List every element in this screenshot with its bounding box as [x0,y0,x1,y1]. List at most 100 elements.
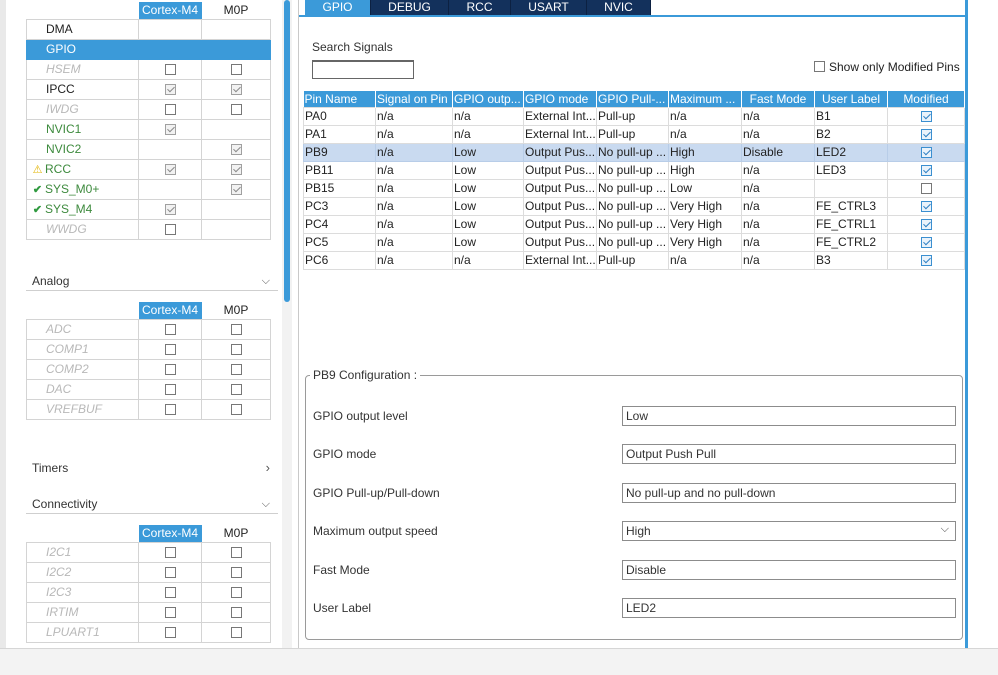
cortex-m4-cell[interactable] [138,398,202,420]
cell-signal[interactable]: n/a [375,142,453,162]
table-row[interactable]: PB15 n/a Low Output Pus... No pull-up ... Low… [303,178,965,198]
cell-fast[interactable]: n/a [741,106,815,126]
peripheral-name[interactable]: LPUART1 [26,621,139,643]
cell-modified[interactable] [887,106,965,126]
checkbox-icon[interactable] [920,183,932,195]
cell-modified[interactable] [887,178,965,198]
peripheral-row[interactable]: COMP1 [26,338,271,360]
cell-speed[interactable]: High [668,160,742,180]
peripheral-row[interactable]: IWDG [26,98,271,120]
tab-gpio[interactable]: GPIO [305,0,371,15]
m0p-cell[interactable] [201,198,271,220]
checkbox-icon[interactable] [230,384,242,396]
cell-pin[interactable]: PC4 [303,214,376,234]
cortex-m4-cell[interactable] [138,621,202,643]
m0p-cell[interactable] [201,338,271,360]
checkbox-icon[interactable] [230,547,242,559]
tab-nvic[interactable]: NVIC [587,0,651,15]
cell-speed[interactable]: High [668,142,742,162]
checkbox-icon[interactable] [164,344,176,356]
checked-checkbox-icon[interactable] [920,219,932,231]
cell-label[interactable]: LED2 [814,142,888,162]
checkbox-icon[interactable] [164,607,176,619]
cell-fast[interactable]: n/a [741,124,815,144]
peripheral-name[interactable]: NVIC2 [26,138,139,160]
cell-signal[interactable]: n/a [375,160,453,180]
cell-signal[interactable]: n/a [375,232,453,252]
cortex-m4-cell[interactable] [138,158,202,180]
checked-checkbox-icon[interactable] [920,201,932,213]
cell-pin[interactable]: PC5 [303,232,376,252]
cortex-m4-cell[interactable] [138,378,202,400]
peripheral-name[interactable]: IWDG [26,98,139,120]
peripheral-row[interactable]: VREFBUF [26,398,271,420]
m0p-cell[interactable] [201,398,271,420]
column-header[interactable]: Modified [887,91,965,107]
cortex-m4-cell[interactable] [138,338,202,360]
m0p-cell[interactable] [201,98,271,120]
cortex-m4-cell[interactable] [138,561,202,583]
cell-mode[interactable]: External Int... [523,250,597,270]
cortex-m4-cell[interactable] [138,198,202,220]
table-row[interactable]: PC3 n/a Low Output Pus... No pull-up ... Very… [303,196,965,216]
peripheral-row[interactable]: ⚠ RCC [26,158,271,180]
cell-pin[interactable]: PB9 [303,142,376,162]
cell-pull[interactable]: No pull-up ... [596,232,669,252]
column-header[interactable]: GPIO outp... [452,91,524,107]
config-field[interactable]: No pull-up and no pull-down [622,483,956,503]
table-row[interactable]: PC5 n/a Low Output Pus... No pull-up ... Very… [303,232,965,252]
show-modified-pins-checkbox[interactable]: Show only Modified Pins [814,60,960,74]
peripheral-name[interactable]: COMP1 [26,338,139,360]
cell-speed[interactable]: Low [668,178,742,198]
peripheral-row[interactable]: HSEM [26,58,271,80]
cortex-m4-cell[interactable] [138,218,202,240]
checked-checkbox-icon[interactable] [164,84,176,96]
cell-signal[interactable]: n/a [375,250,453,270]
cell-signal[interactable]: n/a [375,214,453,234]
m0p-cell[interactable] [201,178,271,200]
peripheral-row[interactable]: LPUART1 [26,621,271,643]
checked-checkbox-icon[interactable] [164,164,176,176]
cortex-m4-cell[interactable] [138,58,202,80]
cortex-m4-cell[interactable] [138,318,202,340]
m0p-cell[interactable] [201,318,271,340]
cell-signal[interactable]: n/a [375,196,453,216]
search-signals-input[interactable] [312,60,414,79]
column-header[interactable]: Pin Name [303,91,376,107]
peripheral-name[interactable]: I2C3 [26,581,139,603]
table-row[interactable]: PB9 n/a Low Output Pus... No pull-up ... High… [303,142,965,162]
cell-output[interactable]: Low [452,178,524,198]
cell-pull[interactable]: No pull-up ... [596,142,669,162]
m0p-cell[interactable] [201,581,271,603]
checked-checkbox-icon[interactable] [920,165,932,177]
column-header[interactable]: Maximum ... [668,91,742,107]
cortex-m4-cell[interactable] [138,358,202,380]
column-header[interactable]: GPIO Pull-... [596,91,669,107]
table-row[interactable]: PA1 n/a n/a External Int... Pull-up n/a n/a B2 [303,124,965,144]
cell-pull[interactable]: No pull-up ... [596,160,669,180]
checkbox-icon[interactable] [230,627,242,639]
cell-label[interactable]: B1 [814,106,888,126]
analog-section-header[interactable]: Analog ⌵ [26,271,278,291]
cell-label[interactable] [814,178,888,198]
checked-checkbox-icon[interactable] [920,147,932,159]
config-field[interactable]: LED2 [622,598,956,618]
checked-checkbox-icon[interactable] [230,184,242,196]
m0p-cell[interactable] [201,18,271,40]
peripheral-name[interactable]: DMA [26,18,139,40]
column-header[interactable]: Signal on Pin [375,91,453,107]
cell-mode[interactable]: Output Pus... [523,232,597,252]
checked-checkbox-icon[interactable] [164,204,176,216]
checked-checkbox-icon[interactable] [920,255,932,267]
cell-speed[interactable]: Very High [668,214,742,234]
checkbox-icon[interactable] [164,104,176,116]
checkbox-icon[interactable] [230,104,242,116]
cortex-m4-cell[interactable] [138,118,202,140]
peripheral-name[interactable]: ✔ SYS_M4 [26,198,139,220]
cell-mode[interactable]: Output Pus... [523,214,597,234]
cell-label[interactable]: FE_CTRL1 [814,214,888,234]
peripheral-name[interactable]: ✔ SYS_M0+ [26,178,139,200]
cell-modified[interactable] [887,232,965,252]
cortex-m4-cell[interactable] [138,581,202,603]
checkbox-icon[interactable] [230,567,242,579]
